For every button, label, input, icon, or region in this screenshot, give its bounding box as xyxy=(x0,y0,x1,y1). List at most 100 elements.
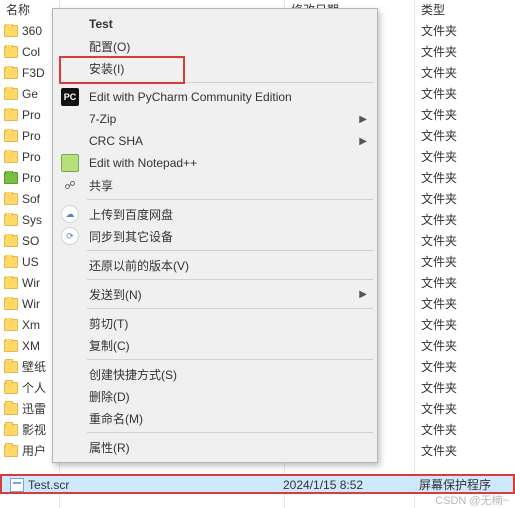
folder-type: 文件夹 xyxy=(415,127,515,144)
menu-item[interactable]: ⟳同步到其它设备 xyxy=(55,225,375,247)
menu-item-label: 7-Zip xyxy=(89,112,116,126)
menu-item-label: 还原以前的版本(V) xyxy=(89,257,189,274)
folder-type: 文件夹 xyxy=(415,169,515,186)
folder-name: F3D xyxy=(22,66,45,80)
folder-type: 文件夹 xyxy=(415,232,515,249)
menu-item-label: 发送到(N) xyxy=(89,286,142,303)
folder-name: 360 xyxy=(22,24,42,38)
menu-item[interactable]: 还原以前的版本(V) xyxy=(55,254,375,276)
menu-separator xyxy=(87,308,373,309)
folder-name: Pro xyxy=(22,150,41,164)
menu-item[interactable]: ☁ 上传到百度网盘 xyxy=(55,203,375,225)
menu-item-label: 上传到百度网盘 xyxy=(89,206,173,223)
file-modified: 2024/1/15 8:52 xyxy=(283,478,413,492)
folder-name: US xyxy=(22,255,39,269)
folder-type: 文件夹 xyxy=(415,253,515,270)
menu-item-label: Edit with Notepad++ xyxy=(89,156,197,170)
folder-name: 迅雷 xyxy=(22,400,46,417)
menu-item[interactable]: 安装(I) xyxy=(55,57,375,79)
chevron-right-icon: ▶ xyxy=(359,136,367,147)
folder-icon xyxy=(4,214,18,226)
menu-item[interactable]: ☍ 共享 xyxy=(55,174,375,196)
share-icon: ☍ xyxy=(61,176,79,194)
menu-separator xyxy=(87,250,373,251)
folder-icon xyxy=(4,46,18,58)
menu-separator xyxy=(87,279,373,280)
menu-item-label: Edit with PyCharm Community Edition xyxy=(89,90,292,104)
menu-item-label: 共享 xyxy=(89,177,113,194)
folder-type: 文件夹 xyxy=(415,190,515,207)
folder-name: XM xyxy=(22,339,40,353)
menu-item[interactable]: 复制(C) xyxy=(55,334,375,356)
context-menu[interactable]: Test 配置(O)安装(I) PC Edit with PyCharm Commun… xyxy=(52,8,378,463)
menu-separator xyxy=(87,82,373,83)
menu-separator xyxy=(87,432,373,433)
menu-item[interactable]: Edit with Notepad++ xyxy=(55,152,375,174)
menu-item[interactable]: PC Edit with PyCharm Community Edition xyxy=(55,86,375,108)
sync-icon: ⟳ xyxy=(61,227,79,245)
menu-item-label: 复制(C) xyxy=(89,337,130,354)
menu-item-label: 重命名(M) xyxy=(89,410,143,427)
folder-icon xyxy=(4,130,18,142)
folder-type: 文件夹 xyxy=(415,400,515,417)
folder-icon xyxy=(4,25,18,37)
folder-name: 影视 xyxy=(22,421,46,438)
folder-type: 文件夹 xyxy=(415,43,515,60)
folder-name: Wir xyxy=(22,297,40,311)
menu-item[interactable]: 删除(D) xyxy=(55,385,375,407)
folder-icon xyxy=(4,319,18,331)
menu-item-label: 属性(R) xyxy=(89,439,130,456)
baidu-icon: ☁ xyxy=(61,205,79,223)
folder-icon xyxy=(4,445,18,457)
menu-item[interactable]: 创建快捷方式(S) xyxy=(55,363,375,385)
folder-name: Pro xyxy=(22,171,41,185)
menu-item[interactable]: 重命名(M) xyxy=(55,407,375,429)
folder-name: 个人 xyxy=(22,379,46,396)
menu-item[interactable]: 7-Zip▶ xyxy=(55,108,375,130)
menu-separator xyxy=(87,199,373,200)
folder-type: 文件夹 xyxy=(415,421,515,438)
folder-icon xyxy=(4,382,18,394)
menu-item[interactable]: 发送到(N) ▶ xyxy=(55,283,375,305)
selected-file-row[interactable]: Test.scr 2024/1/15 8:52 屏幕保护程序 xyxy=(0,474,515,494)
folder-name: Ge xyxy=(22,87,38,101)
folder-type: 文件夹 xyxy=(415,358,515,375)
folder-icon xyxy=(4,340,18,352)
folder-type: 文件夹 xyxy=(415,148,515,165)
watermark: CSDN @无楠~ xyxy=(435,492,509,508)
npp-icon xyxy=(61,154,79,172)
folder-name: Pro xyxy=(22,129,41,143)
folder-name: Sys xyxy=(22,213,42,227)
menu-item-label: Test xyxy=(89,17,113,31)
col-name[interactable]: 名称 xyxy=(0,1,60,18)
folder-icon xyxy=(4,424,18,436)
folder-name: Xm xyxy=(22,318,40,332)
menu-item[interactable]: Test xyxy=(55,13,375,35)
menu-item[interactable]: 配置(O) xyxy=(55,35,375,57)
menu-separator xyxy=(87,359,373,360)
folder-icon xyxy=(4,361,18,373)
menu-item-label: 剪切(T) xyxy=(89,315,128,332)
folder-icon xyxy=(4,277,18,289)
folder-type: 文件夹 xyxy=(415,442,515,459)
menu-item[interactable]: 剪切(T) xyxy=(55,312,375,334)
menu-item-label: CRC SHA xyxy=(89,134,143,148)
pc-icon: PC xyxy=(61,88,79,106)
folder-type: 文件夹 xyxy=(415,85,515,102)
chevron-right-icon: ▶ xyxy=(359,289,367,300)
folder-icon xyxy=(4,88,18,100)
folder-name: Sof xyxy=(22,192,40,206)
menu-item-label: 删除(D) xyxy=(89,388,130,405)
col-type[interactable]: 类型 xyxy=(415,1,515,18)
menu-item-label: 创建快捷方式(S) xyxy=(89,366,177,383)
folder-icon xyxy=(4,403,18,415)
folder-name: 壁纸 xyxy=(22,358,46,375)
folder-name: 用户 xyxy=(22,442,46,459)
menu-item[interactable]: 属性(R) xyxy=(55,436,375,458)
menu-item[interactable]: CRC SHA ▶ xyxy=(55,130,375,152)
folder-icon xyxy=(4,67,18,79)
folder-icon xyxy=(4,109,18,121)
folder-icon xyxy=(4,151,18,163)
folder-type: 文件夹 xyxy=(415,211,515,228)
folder-name: SO xyxy=(22,234,39,248)
